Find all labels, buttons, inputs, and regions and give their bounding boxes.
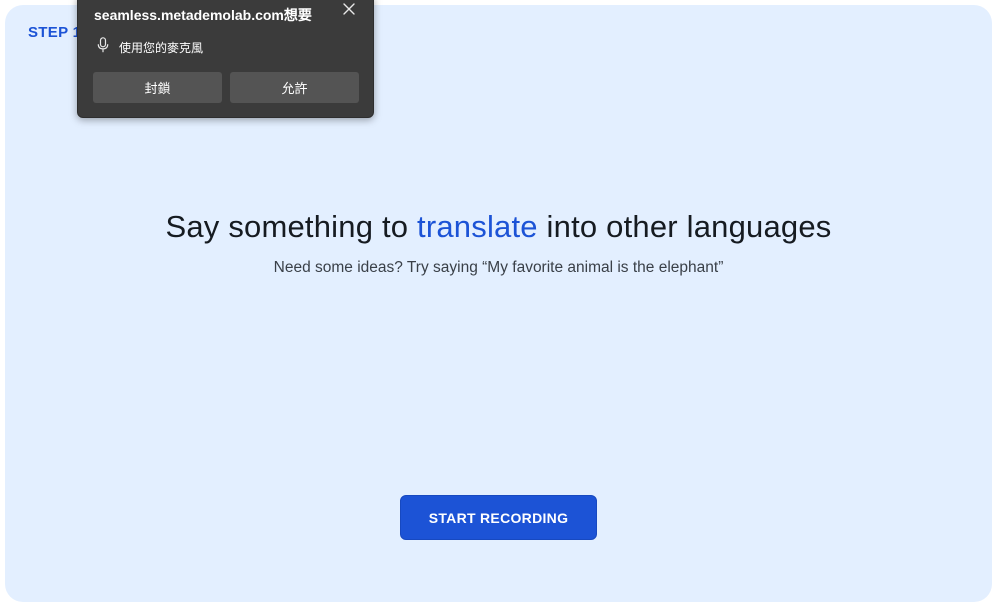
microphone-permission-popup: seamless.metademolab.com想要 使用您的麥克風 封鎖 允許 [77,0,374,118]
headline-text-end: into other languages [537,209,832,244]
close-icon[interactable] [340,0,358,18]
popup-title: seamless.metademolab.com想要 [94,7,312,23]
permission-description: 使用您的麥克風 [119,41,204,55]
allow-button[interactable]: 允許 [230,72,359,103]
block-button[interactable]: 封鎖 [93,72,222,103]
microphone-icon [97,37,109,53]
step-label: STEP 1 [28,24,82,41]
page-title: Say something to translate into other la… [5,209,992,245]
ideas-hint: Need some ideas? Try saying “My favorite… [273,259,724,276]
start-recording-button[interactable]: START RECORDING [400,495,597,540]
headline-text: Say something to [165,209,418,244]
headline-accent: translate [417,209,538,244]
